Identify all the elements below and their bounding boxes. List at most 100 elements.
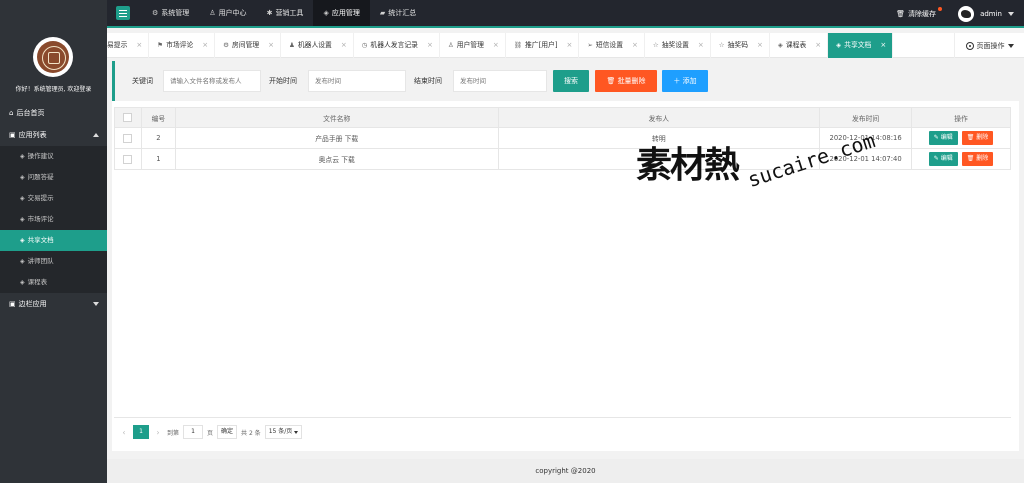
header-id: 编号 <box>140 107 176 128</box>
sidebar-item-market-comment[interactable]: ◈ 市场评论 <box>0 209 107 230</box>
delete-label: 删除 <box>976 134 989 141</box>
end-time-input[interactable] <box>453 70 547 92</box>
clear-cache-button[interactable]: 🗑 清除缓存 <box>896 6 943 19</box>
chevron-right-icon[interactable]: › <box>153 428 163 437</box>
chevron-down-icon <box>1008 11 1014 16</box>
close-icon[interactable]: × <box>202 33 208 58</box>
close-icon[interactable]: × <box>341 33 347 58</box>
sidebar-item-edge-app[interactable]: ▣ 边栏应用 <box>0 293 107 315</box>
clock-icon: ◷ <box>361 41 368 49</box>
welcome-text: 你好！系统管理员, 欢迎登录 <box>15 86 92 93</box>
close-icon[interactable]: × <box>136 33 142 58</box>
sidebar-item-lecturers[interactable]: ◈ 讲师团队 <box>0 251 107 272</box>
sidebar-item-home[interactable]: ⌂ 后台首页 <box>0 102 107 124</box>
topnav-label: 系统管理 <box>161 9 190 17</box>
sidebar-item-schedule[interactable]: ◈ 课程表 <box>0 272 107 293</box>
batch-delete-button[interactable]: 🗑 批量删除 <box>595 70 657 92</box>
tab-lottery-settings[interactable]: ☆ 抽奖设置 × <box>645 33 711 58</box>
table-row: 2 产品手册 下载 转明 2020-12-01 14:08:16 ✎ 编辑 🗑 删… <box>114 127 1011 149</box>
sidebar-item-advice[interactable]: ◈ 操作建议 <box>0 146 107 167</box>
topnav-system[interactable]: ⚙ 系统管理 <box>142 0 199 27</box>
home-icon: ⌂ <box>9 109 14 117</box>
tab-user-manage[interactable]: ♙ 用户管理 × <box>440 33 506 58</box>
tools-icon: ✱ <box>266 9 273 17</box>
tab-sms-settings[interactable]: ➢ 短信设置 × <box>579 33 645 58</box>
header-time: 发布时间 <box>819 107 913 128</box>
cube-icon: ◈ <box>20 237 25 244</box>
tab-robot-log[interactable]: ◷ 机器人发言记录 × <box>354 33 440 58</box>
page-current[interactable]: 1 <box>133 425 149 439</box>
tab-label: 市场评论 <box>166 41 194 49</box>
tabs: 易提示 × ⚑ 市场评论 × ⚙ 房间管理 × ♟ 机器人设置 × ◷ 机器人发言记录 × ♙ 用户… <box>107 33 894 58</box>
tab-market-comment[interactable]: ⚑ 市场评论 × <box>149 33 216 58</box>
tab-robot-settings[interactable]: ♟ 机器人设置 × <box>281 33 354 58</box>
page-ops-button[interactable]: 页面操作 <box>954 33 1024 58</box>
start-time-input[interactable] <box>308 70 406 92</box>
goto-confirm-button[interactable]: 确定 <box>217 425 238 439</box>
edit-button[interactable]: ✎ 编辑 <box>928 152 958 166</box>
cell-id: 2 <box>140 127 176 149</box>
row-checkbox[interactable] <box>123 154 133 164</box>
delete-button[interactable]: 🗑 删除 <box>961 152 994 166</box>
footer: copyright @2020 <box>107 459 1024 483</box>
tab-lottery-code[interactable]: ☆ 抽奖码 × <box>711 33 770 58</box>
topnav-statistics[interactable]: ▰ 统计汇总 <box>370 0 426 27</box>
close-icon[interactable]: × <box>268 33 274 58</box>
cell-file-name[interactable]: 产品手册 下载 <box>174 127 499 149</box>
tab-label: 房间管理 <box>231 41 260 49</box>
sidebar-item-label: 边栏应用 <box>18 300 47 308</box>
close-icon[interactable]: × <box>493 33 499 58</box>
close-icon[interactable]: × <box>698 33 704 58</box>
gear-icon: ⚙ <box>152 9 159 17</box>
close-icon[interactable]: × <box>757 33 763 58</box>
goto-page-input[interactable]: 1 <box>183 425 204 439</box>
close-icon[interactable]: × <box>815 33 821 58</box>
chevron-left-icon[interactable]: ‹ <box>119 428 129 437</box>
sidebar-item-label: 市场评论 <box>27 215 54 223</box>
page-size-select[interactable]: 15 条/页 <box>264 425 303 439</box>
total-count: 共 2 条 <box>241 429 261 437</box>
chevron-down-icon <box>1007 43 1014 48</box>
gear-icon: ⚙ <box>223 41 229 49</box>
chevron-down-icon <box>294 430 299 434</box>
topnav-user-center[interactable]: ♙ 用户中心 <box>199 0 256 27</box>
sidebar-submenu: ◈ 操作建议 ◈ 问题答疑 ◈ 交易提示 ◈ 市场评论 ◈ 共享文档 ◈ 讲师团队 ◈ 课程表 <box>0 146 107 293</box>
edit-button[interactable]: ✎ 编辑 <box>928 131 958 145</box>
tab-room-manage[interactable]: ⚙ 房间管理 × <box>215 33 282 58</box>
cell-id: 1 <box>140 148 176 170</box>
tab-schedule[interactable]: ◈ 课程表 × <box>770 33 829 58</box>
sidebar-item-shared-docs[interactable]: ◈ 共享文档 <box>0 230 107 251</box>
cell-time: 2020-12-01 14:07:40 <box>819 148 913 170</box>
sidebar-item-qa[interactable]: ◈ 问题答疑 <box>0 167 107 188</box>
menu-toggle-button[interactable] <box>116 6 130 20</box>
sidebar-item-app-list[interactable]: ▣ 应用列表 <box>0 124 107 146</box>
tab-label: 用户管理 <box>456 41 484 49</box>
tab-trade-tips[interactable]: 易提示 × <box>107 33 150 58</box>
topnav-app-manage[interactable]: ◈ 应用管理 <box>313 0 370 27</box>
end-time-label: 结束时间 <box>414 77 442 85</box>
batch-delete-label: 批量删除 <box>617 77 646 85</box>
user-menu[interactable]: admin <box>958 5 1014 22</box>
cell-file-name[interactable]: 奥点云 下载 <box>174 148 499 170</box>
tab-shared-docs[interactable]: ◈ 共享文档 × <box>828 33 894 58</box>
close-icon[interactable]: × <box>632 33 638 58</box>
close-icon[interactable]: × <box>427 33 433 58</box>
clear-cache-label: 清除缓存 <box>908 9 937 18</box>
add-button[interactable]: ＋ 添加 <box>662 70 708 92</box>
link-icon: ⛓ <box>513 41 523 49</box>
tab-label: 抽奖设置 <box>661 41 689 49</box>
tab-promotion[interactable]: ⛓ 推广[用户] × <box>506 33 580 58</box>
close-icon[interactable]: × <box>880 33 886 58</box>
keyword-input[interactable] <box>163 70 261 92</box>
topnav-marketing[interactable]: ✱ 营销工具 <box>257 0 314 27</box>
pagination-bar: ‹ 1 › 到第 1 页 确定 共 2 条 15 条/页 <box>114 417 1011 444</box>
start-time-label: 开始时间 <box>269 77 297 85</box>
row-checkbox[interactable] <box>123 133 133 143</box>
search-button[interactable]: 搜索 <box>553 70 589 92</box>
sidebar-item-trade-tips[interactable]: ◈ 交易提示 <box>0 188 107 209</box>
tag-icon: ⚑ <box>157 41 164 49</box>
close-icon[interactable]: × <box>567 33 573 58</box>
avatar-logo <box>33 37 73 77</box>
delete-button[interactable]: 🗑 删除 <box>961 131 994 145</box>
select-all-checkbox[interactable] <box>123 113 133 122</box>
